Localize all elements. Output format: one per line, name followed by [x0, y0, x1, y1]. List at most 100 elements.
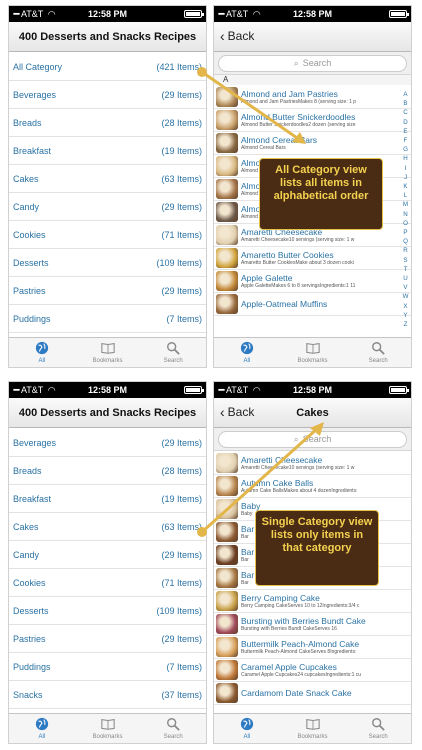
recipe-row[interactable]: Bursting with Berries Bundt Cake Bursting… — [214, 613, 411, 636]
tab-all[interactable]: All — [9, 714, 75, 743]
tab-all[interactable]: All — [9, 338, 75, 367]
index-letter[interactable]: J — [401, 173, 410, 182]
index-letter[interactable]: Q — [401, 237, 410, 246]
category-row[interactable]: Snacks (37 Items) — [9, 681, 206, 709]
index-letter[interactable]: O — [401, 219, 410, 228]
index-letter[interactable]: K — [401, 182, 410, 191]
recipe-row[interactable]: Almond and Jam Pastries Almond and Jam Pa… — [214, 86, 411, 109]
index-letter[interactable]: X — [401, 302, 410, 311]
recipe-text: Almond and Jam Pastries Almond and Jam Pa… — [241, 89, 411, 105]
magnifier-icon — [371, 341, 385, 357]
index-letter[interactable]: F — [401, 136, 410, 145]
category-row[interactable]: Puddings (7 Items) — [9, 653, 206, 681]
tab-bookmarks[interactable]: Bookmarks — [280, 714, 346, 743]
category-row[interactable]: Breads (28 Items) — [9, 109, 206, 137]
index-letter[interactable]: B — [401, 99, 410, 108]
index-letter[interactable]: T — [401, 265, 410, 274]
page-title: 400 Desserts and Snacks Recipes — [18, 30, 197, 43]
index-letter[interactable]: R — [401, 246, 410, 255]
magnifier-icon — [166, 341, 180, 357]
category-row[interactable]: Desserts (109 Items) — [9, 249, 206, 277]
recipe-row[interactable]: Amaretti Cheesecake Amaretti Cheesecake10… — [214, 452, 411, 475]
category-row[interactable]: Beverages (29 Items) — [9, 429, 206, 457]
index-letter[interactable]: E — [401, 127, 410, 136]
recipe-row[interactable]: Almond Cereal Bars Almond Cereal Bars — [214, 132, 411, 155]
recipe-thumbnail — [216, 476, 238, 496]
category-row[interactable]: Cakes (63 Items) — [9, 513, 206, 541]
tab-bookmarks[interactable]: Bookmarks — [75, 714, 141, 743]
tab-search[interactable]: Search — [140, 338, 206, 367]
alphabet-index[interactable]: ABCDEFGHIJKLMNOPQRSTUVWXYZ — [401, 90, 410, 329]
recipe-row[interactable]: Almond Butter Snickerdoodles Almond Butte… — [214, 109, 411, 132]
category-row[interactable]: Breakfast (19 Items) — [9, 137, 206, 165]
category-row[interactable]: Puddings (7 Items) — [9, 305, 206, 333]
recipe-row[interactable]: Caramel Apple Cupcakes Caramel Apple Cupc… — [214, 659, 411, 682]
recipe-row[interactable]: Berry Camping Cake Berry Camping CakeServ… — [214, 590, 411, 613]
tab-label: Search — [368, 734, 388, 740]
category-row[interactable]: Pastries (29 Items) — [9, 625, 206, 653]
category-row[interactable]: Candy (29 Items) — [9, 193, 206, 221]
index-letter[interactable]: H — [401, 154, 410, 163]
tab-search[interactable]: Search — [345, 714, 411, 743]
recipe-row[interactable]: Autumn Cake Balls Autumn Cake BallsMakes … — [214, 475, 411, 498]
category-row[interactable]: Breads (28 Items) — [9, 457, 206, 485]
recipe-row[interactable]: Cardamom Date Snack Cake — [214, 682, 411, 705]
search-input[interactable]: ⌕ Search — [218, 54, 407, 72]
recipe-text: Apple-Oatmeal Muffins — [241, 299, 411, 309]
tab-bookmarks[interactable]: Bookmarks — [280, 338, 346, 367]
index-letter[interactable]: D — [401, 118, 410, 127]
recipe-desc: Almond Butter Snickerdoodles2 dozen (ser… — [241, 122, 356, 128]
category-count: (29 Items) — [161, 549, 202, 560]
back-button[interactable]: ‹ Back — [220, 405, 254, 419]
index-letter[interactable]: I — [401, 164, 410, 173]
recipe-desc: Autumn Cake BallsMakes about 4 dozenIngr… — [241, 488, 358, 494]
index-letter[interactable]: N — [401, 210, 410, 219]
index-letter[interactable]: P — [401, 228, 410, 237]
index-letter[interactable]: A — [401, 90, 410, 99]
category-row[interactable]: Breakfast (19 Items) — [9, 485, 206, 513]
tab-all[interactable]: All — [214, 338, 280, 367]
callout-single-category: Single Category view lists only items in… — [255, 510, 379, 586]
index-letter[interactable]: G — [401, 145, 410, 154]
recipe-row[interactable]: Apple Galette Apple GaletteMakes 6 to 8 s… — [214, 270, 411, 293]
category-row[interactable]: Candy (29 Items) — [9, 541, 206, 569]
category-count: (19 Items) — [161, 145, 202, 156]
category-label: Candy — [13, 549, 40, 560]
recipe-desc: Almond and Jam PastriesMakes 8 (serving … — [241, 99, 357, 105]
category-label: Cookies — [13, 229, 46, 240]
index-letter[interactable]: V — [401, 283, 410, 292]
category-row[interactable]: Beverages (29 Items) — [9, 81, 206, 109]
recipe-thumbnail — [216, 133, 238, 153]
index-letter[interactable]: M — [401, 200, 410, 209]
category-count: (29 Items) — [161, 285, 202, 296]
category-row[interactable]: Desserts (109 Items) — [9, 597, 206, 625]
category-row[interactable]: Cookies (71 Items) — [9, 221, 206, 249]
recipe-name: Berry Camping Cake — [241, 593, 320, 603]
category-count: (7 Items) — [166, 661, 202, 672]
recipe-row[interactable]: Amaretto Butter Cookies Amaretto Butter C… — [214, 247, 411, 270]
index-letter[interactable]: U — [401, 274, 410, 283]
category-row[interactable]: Cookies (71 Items) — [9, 569, 206, 597]
category-row[interactable]: Cakes (63 Items) — [9, 165, 206, 193]
category-row[interactable]: Pastries (29 Items) — [9, 277, 206, 305]
index-letter[interactable]: S — [401, 256, 410, 265]
index-letter[interactable]: C — [401, 108, 410, 117]
categories-screen-2: ▪▪▪▪ AT&T ◠ 12:58 PM 400 Desserts and Sna… — [8, 381, 207, 744]
category-label: Cookies — [13, 577, 46, 588]
search-input[interactable]: ⌕ Search — [218, 430, 407, 448]
tab-bookmarks[interactable]: Bookmarks — [75, 338, 141, 367]
recipe-row[interactable]: Apple-Oatmeal Muffins — [214, 293, 411, 316]
index-letter[interactable]: Y — [401, 311, 410, 320]
recipe-row[interactable]: Buttermilk Peach-Almond Cake Buttermilk P… — [214, 636, 411, 659]
back-button[interactable]: ‹ Back — [220, 29, 254, 43]
index-letter[interactable]: W — [401, 292, 410, 301]
recipe-desc: Buttermilk Peach-Almond CakeServes 8Ingr… — [241, 649, 357, 655]
category-row[interactable]: All Category (421 Items) — [9, 53, 206, 81]
index-letter[interactable]: L — [401, 191, 410, 200]
status-bar: ▪▪▪▪ AT&T ◠ 12:58 PM — [214, 382, 411, 398]
tab-search[interactable]: Search — [140, 714, 206, 743]
tab-all[interactable]: All — [214, 714, 280, 743]
tab-search[interactable]: Search — [345, 338, 411, 367]
category-label: Beverages — [13, 437, 57, 448]
index-letter[interactable]: Z — [401, 320, 410, 329]
